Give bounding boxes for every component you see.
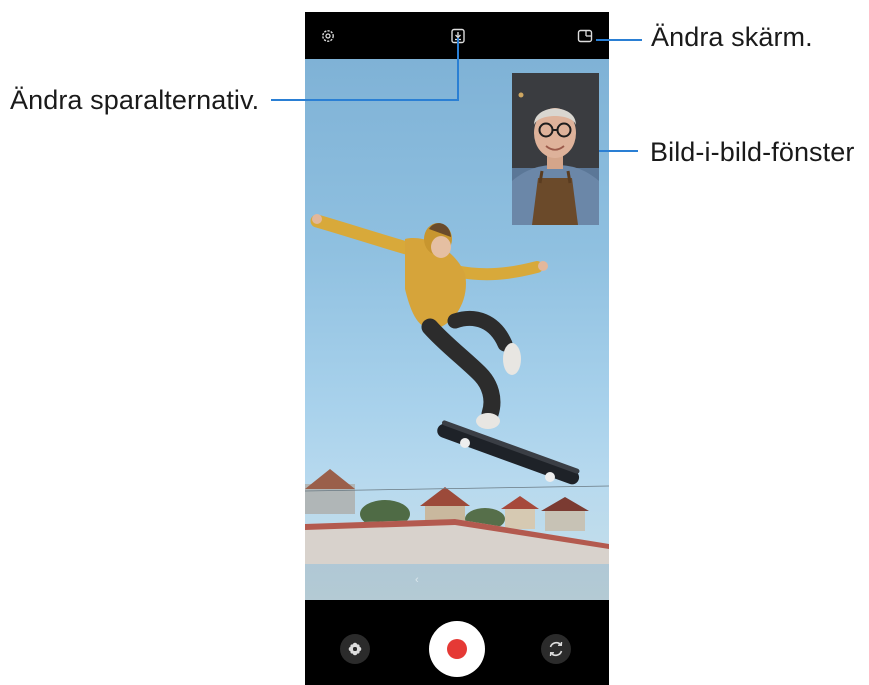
- zoom-hint: ‹: [415, 574, 419, 586]
- pip-person-image: [512, 73, 599, 225]
- camera-bottom-bar: [305, 600, 609, 685]
- download-icon[interactable]: [450, 28, 466, 44]
- record-button[interactable]: [429, 621, 485, 677]
- pip-window-label: Bild-i-bild-fönster: [650, 137, 855, 167]
- pip-window[interactable]: [512, 73, 599, 225]
- effects-button[interactable]: [340, 634, 370, 664]
- screen-layout-icon[interactable]: [577, 28, 593, 44]
- switch-camera-button[interactable]: [541, 634, 571, 664]
- flower-icon: [348, 642, 362, 656]
- switch-camera-icon: [549, 641, 563, 657]
- save-options-label: Ändra sparalternativ.: [10, 85, 260, 115]
- record-icon: [447, 639, 467, 659]
- camera-viewfinder[interactable]: ‹: [305, 59, 609, 600]
- phone-screen: ‹: [305, 12, 609, 685]
- change-screen-label: Ändra skärm.: [651, 22, 813, 52]
- zoom-strip[interactable]: ‹: [305, 564, 609, 600]
- camera-top-bar: [305, 12, 609, 59]
- gear-icon[interactable]: [320, 28, 336, 44]
- manual-figure: Ändra skärm. Ändra sparalternativ. Bild-…: [0, 0, 869, 685]
